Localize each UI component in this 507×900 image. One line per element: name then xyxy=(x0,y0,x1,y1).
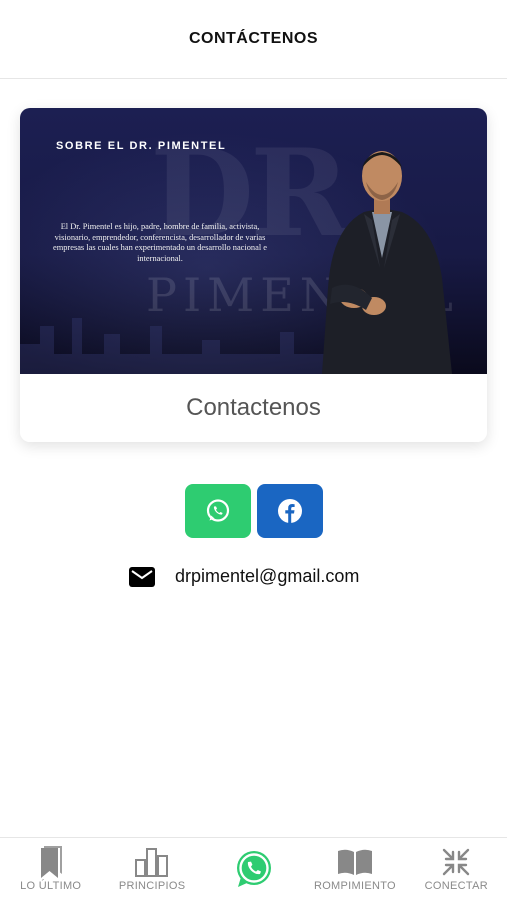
tab-label: CONECTAR xyxy=(424,880,488,892)
about-banner-image: DR PIMENTEL SOBRE EL DR. PIMENTEL El Dr.… xyxy=(20,108,487,374)
email-address: drpimentel@gmail.com xyxy=(175,566,360,586)
tab-label: LO ÚLTIMO xyxy=(20,880,82,892)
tab-lo-ultimo[interactable]: LO ÚLTIMO xyxy=(0,838,101,900)
about-card[interactable]: DR PIMENTEL SOBRE EL DR. PIMENTEL El Dr.… xyxy=(20,108,487,442)
card-title: Contactenos xyxy=(20,374,487,442)
facebook-icon xyxy=(278,499,302,523)
banner-heading: SOBRE EL DR. PIMENTEL xyxy=(56,140,227,152)
facebook-button[interactable] xyxy=(257,484,323,538)
tab-whatsapp[interactable] xyxy=(203,838,304,900)
whatsapp-button[interactable] xyxy=(185,484,251,538)
page-title: CONTÁCTENOS xyxy=(188,30,319,47)
tab-principios[interactable]: PRINCIPIOS xyxy=(101,838,202,900)
social-buttons xyxy=(185,484,323,538)
open-book-icon xyxy=(337,849,372,875)
bottom-tab-bar: LO ÚLTIMO PRINCIPIOS ROMPIMIENTO CONECTA… xyxy=(0,837,507,900)
bookmark-icon xyxy=(40,846,62,878)
tab-label: PRINCIPIOS xyxy=(118,880,186,892)
columns-icon xyxy=(135,848,169,877)
envelope-icon xyxy=(129,566,155,587)
banner-body-text: El Dr. Pimentel es hijo, padre, hombre d… xyxy=(53,222,267,263)
top-header: CONTÁCTENOS xyxy=(0,0,507,79)
whatsapp-icon xyxy=(236,851,271,887)
email-contact[interactable]: drpimentel@gmail.com xyxy=(129,566,359,587)
portrait-image xyxy=(322,151,452,374)
compress-icon xyxy=(443,848,470,876)
tab-rompimiento[interactable]: ROMPIMIENTO xyxy=(304,838,405,900)
whatsapp-icon xyxy=(206,499,230,522)
tab-conectar[interactable]: CONECTAR xyxy=(406,838,507,900)
tab-label: ROMPIMIENTO xyxy=(313,880,396,892)
